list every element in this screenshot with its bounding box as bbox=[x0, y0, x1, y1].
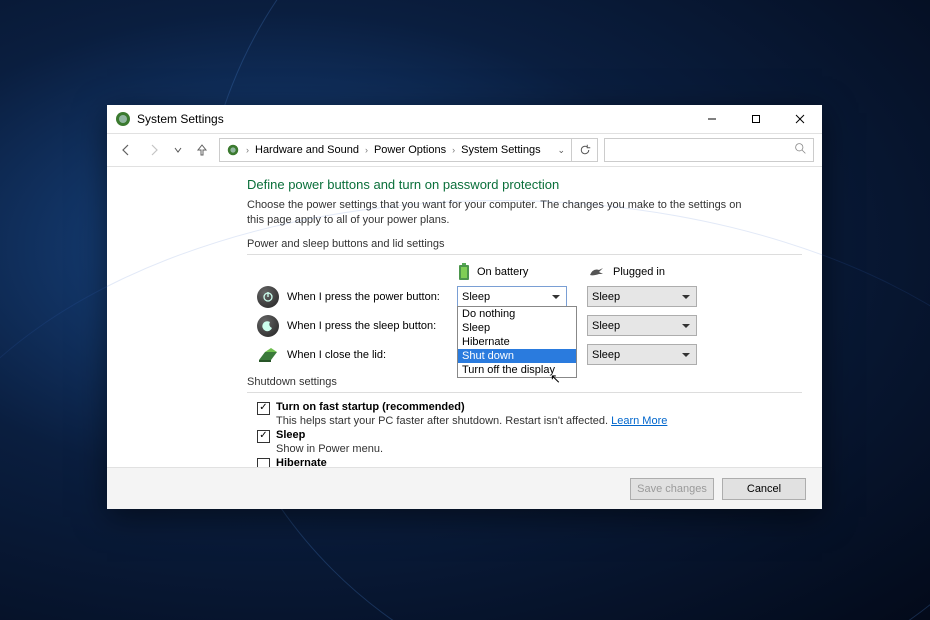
checkbox-sleep[interactable] bbox=[257, 430, 270, 443]
nav-row: › Hardware and Sound › Power Options › S… bbox=[107, 133, 822, 167]
forward-button[interactable] bbox=[143, 139, 165, 161]
option-hibernate[interactable]: Hibernate bbox=[458, 335, 576, 349]
plug-icon bbox=[587, 265, 607, 279]
up-button[interactable] bbox=[191, 139, 213, 161]
row-sleep-label: When I press the sleep button: bbox=[287, 320, 436, 332]
titlebar: System Settings bbox=[107, 105, 822, 133]
learn-more-link[interactable]: Learn More bbox=[611, 415, 667, 427]
option-do-nothing[interactable]: Do nothing bbox=[458, 307, 576, 321]
sleep-plugged-select[interactable]: Sleep bbox=[587, 315, 697, 336]
checkbox-hibernate[interactable] bbox=[257, 458, 270, 467]
row-power-label: When I press the power button: bbox=[287, 291, 440, 303]
sleep-title: Sleep bbox=[276, 429, 305, 441]
divider bbox=[247, 392, 802, 393]
recent-locations-button[interactable] bbox=[171, 139, 185, 161]
fast-startup-title: Turn on fast startup (recommended) bbox=[276, 401, 465, 413]
page-heading: Define power buttons and turn on passwor… bbox=[247, 177, 802, 192]
power-icon bbox=[257, 286, 279, 308]
breadcrumb-icon bbox=[226, 143, 240, 157]
power-plugged-select[interactable]: Sleep bbox=[587, 286, 697, 307]
crumb-power-options[interactable]: Power Options bbox=[374, 144, 446, 156]
address-dropdown-icon[interactable]: ⌄ bbox=[557, 145, 565, 156]
power-battery-select[interactable]: Sleep bbox=[457, 286, 567, 307]
chevron-right-icon: › bbox=[365, 145, 368, 155]
crumb-system-settings[interactable]: System Settings bbox=[461, 144, 540, 156]
minimize-button[interactable] bbox=[690, 105, 734, 133]
row-lid-label: When I close the lid: bbox=[287, 349, 386, 361]
search-icon bbox=[794, 142, 807, 158]
battery-icon bbox=[457, 263, 471, 281]
cancel-button[interactable]: Cancel bbox=[722, 478, 806, 500]
window-controls bbox=[690, 105, 822, 133]
content-area: Define power buttons and turn on passwor… bbox=[107, 167, 822, 467]
divider bbox=[247, 254, 802, 255]
lid-icon bbox=[257, 344, 279, 366]
search-input[interactable] bbox=[604, 138, 814, 162]
option-sleep[interactable]: Sleep bbox=[458, 321, 576, 335]
row-power-button: When I press the power button: Sleep Do … bbox=[257, 284, 802, 310]
save-changes-button[interactable]: Save changes bbox=[630, 478, 714, 500]
chevron-right-icon: › bbox=[452, 145, 455, 155]
hibernate-title: Hibernate bbox=[276, 457, 327, 467]
lid-plugged-select[interactable]: Sleep bbox=[587, 344, 697, 365]
power-battery-dropdown-list: Do nothing Sleep Hibernate Shut down Tur… bbox=[457, 306, 577, 378]
column-headers: On battery Plugged in bbox=[257, 263, 802, 281]
col-battery-label: On battery bbox=[477, 266, 528, 278]
close-button[interactable] bbox=[778, 105, 822, 133]
crumb-hardware[interactable]: Hardware and Sound bbox=[255, 144, 359, 156]
maximize-button[interactable] bbox=[734, 105, 778, 133]
refresh-button[interactable] bbox=[572, 138, 598, 162]
col-plugged-label: Plugged in bbox=[613, 266, 665, 278]
checkbox-fast-startup[interactable] bbox=[257, 402, 270, 415]
option-turn-off-display[interactable]: Turn off the display bbox=[458, 363, 576, 377]
chevron-right-icon: › bbox=[246, 145, 249, 155]
app-icon bbox=[115, 111, 131, 127]
section-buttons-label: Power and sleep buttons and lid settings bbox=[247, 238, 802, 250]
system-settings-window: System Settings › H bbox=[107, 105, 822, 509]
fast-startup-desc: This helps start your PC faster after sh… bbox=[276, 415, 802, 427]
address-bar[interactable]: › Hardware and Sound › Power Options › S… bbox=[219, 138, 572, 162]
option-shut-down[interactable]: Shut down bbox=[458, 349, 576, 363]
page-description: Choose the power settings that you want … bbox=[247, 198, 747, 228]
moon-icon bbox=[257, 315, 279, 337]
window-title: System Settings bbox=[137, 112, 224, 126]
footer: Save changes Cancel bbox=[107, 467, 822, 509]
back-button[interactable] bbox=[115, 139, 137, 161]
sleep-desc: Show in Power menu. bbox=[276, 443, 802, 455]
